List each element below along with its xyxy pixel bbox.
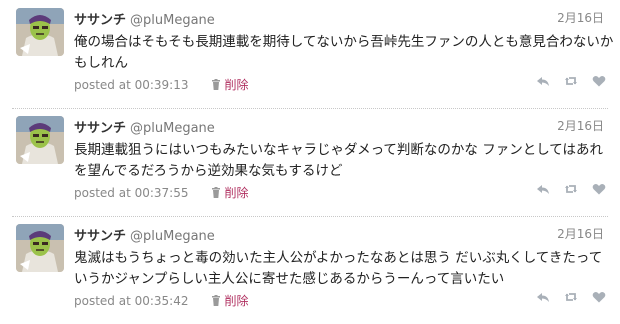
tweet-actions [536, 290, 606, 304]
heart-icon[interactable] [592, 74, 606, 88]
posted-time: posted at 00:35:42 [74, 293, 189, 308]
tweet-item: ササンチ @pluMegane 2月16日 鬼滅はもうちょっと毒の効いた主人公がよ… [0, 216, 620, 324]
delete-button[interactable]: 削除 [211, 184, 249, 201]
display-name[interactable]: ササンチ [74, 13, 126, 28]
delete-button[interactable]: 削除 [211, 292, 249, 309]
author-line: ササンチ @pluMegane [74, 225, 215, 244]
user-handle[interactable]: @pluMegane [130, 229, 215, 244]
user-handle[interactable]: @pluMegane [130, 13, 215, 28]
posted-time: posted at 00:39:13 [74, 77, 189, 92]
delete-label: 削除 [224, 294, 249, 308]
tweet-date[interactable]: 2月16日 [557, 9, 604, 26]
author-line: ササンチ @pluMegane [74, 117, 215, 136]
avatar[interactable] [16, 116, 64, 164]
tweet-meta: posted at 00:39:13 削除 [74, 76, 249, 93]
trash-icon [211, 187, 220, 198]
display-name[interactable]: ササンチ [74, 229, 126, 244]
reply-icon[interactable] [536, 290, 550, 304]
timeline: ササンチ @pluMegane 2月16日 俺の場合はそもそも長期連載を期待してな… [0, 0, 620, 324]
retweet-icon[interactable] [564, 74, 578, 88]
tweet-text: 鬼滅はもうちょっと毒の効いた主人公がよかったなあとは思う だいぶ丸くしてきたって… [74, 250, 603, 287]
reply-icon[interactable] [536, 74, 550, 88]
trash-icon [211, 295, 220, 306]
heart-icon[interactable] [592, 290, 606, 304]
delete-label: 削除 [224, 186, 249, 200]
tweet-item: ササンチ @pluMegane 2月16日 長期連載狙うにはいつもみたいなキャラじ… [0, 108, 620, 216]
delete-label: 削除 [224, 78, 249, 92]
tweet-date[interactable]: 2月16日 [557, 225, 604, 242]
tweet-meta: posted at 00:37:55 削除 [74, 184, 249, 201]
tweet-actions [536, 182, 606, 196]
author-line: ササンチ @pluMegane [74, 9, 215, 28]
tweet-date[interactable]: 2月16日 [557, 117, 604, 134]
tweet-actions [536, 74, 606, 88]
avatar[interactable] [16, 224, 64, 272]
retweet-icon[interactable] [564, 182, 578, 196]
tweet-text: 俺の場合はそもそも長期連載を期待してないから吾峠先生ファンの人とも意見合わないか… [74, 34, 614, 71]
heart-icon[interactable] [592, 182, 606, 196]
retweet-icon[interactable] [564, 290, 578, 304]
user-handle[interactable]: @pluMegane [130, 121, 215, 136]
trash-icon [211, 79, 220, 90]
tweet-text: 長期連載狙うにはいつもみたいなキャラじゃダメって判断なのかな ファンとしてはあれ… [74, 142, 604, 179]
reply-icon[interactable] [536, 182, 550, 196]
delete-button[interactable]: 削除 [211, 76, 249, 93]
avatar[interactable] [16, 8, 64, 56]
posted-time: posted at 00:37:55 [74, 185, 189, 200]
display-name[interactable]: ササンチ [74, 121, 126, 136]
tweet-item: ササンチ @pluMegane 2月16日 俺の場合はそもそも長期連載を期待してな… [0, 0, 620, 108]
tweet-meta: posted at 00:35:42 削除 [74, 292, 249, 309]
